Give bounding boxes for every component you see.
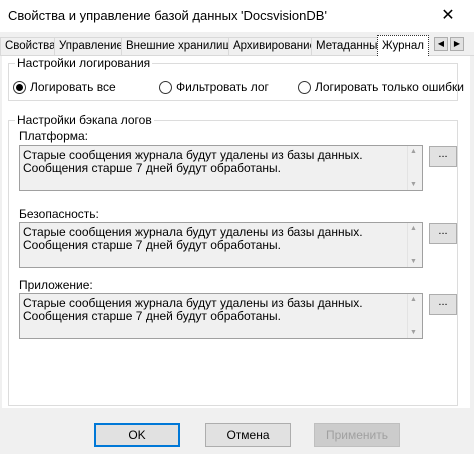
platform-textbox[interactable]: Старые сообщения журнала будут удалены и… — [19, 145, 423, 191]
security-scrollbar[interactable]: ▲ ▼ — [407, 223, 422, 267]
radio-log-all[interactable]: Логировать все — [13, 80, 116, 94]
radio-errors-only-indicator[interactable] — [298, 80, 311, 94]
radio-filter-log-indicator[interactable] — [159, 80, 172, 94]
tab-external-storage[interactable]: Внешние хранилища — [121, 37, 232, 55]
application-textbox[interactable]: Старые сообщения журнала будут удалены и… — [19, 293, 423, 339]
ok-button[interactable]: OK — [94, 423, 180, 447]
application-label: Приложение: — [19, 278, 93, 292]
security-label: Безопасность: — [19, 207, 99, 221]
cancel-button[interactable]: Отмена — [205, 423, 291, 447]
security-text: Старые сообщения журнала будут удалены и… — [23, 225, 363, 252]
title-bar: Свойства и управление базой данных 'Docs… — [0, 0, 474, 32]
backup-settings-legend: Настройки бэкапа логов — [15, 113, 154, 127]
scroll-down-icon[interactable]: ▼ — [410, 258, 417, 265]
tab-journal[interactable]: Журнал — [377, 35, 429, 56]
logging-settings-group: Настройки логирования Логировать все Фил… — [8, 56, 464, 101]
tab-archiving[interactable]: Архивирование — [228, 37, 318, 55]
security-browse-button[interactable]: ... — [429, 223, 457, 244]
radio-log-all-indicator[interactable] — [13, 80, 26, 94]
security-textbox[interactable]: Старые сообщения журнала будут удалены и… — [19, 222, 423, 268]
apply-button[interactable]: Применить — [314, 423, 400, 447]
tab-metadata[interactable]: Метаданные — [311, 37, 384, 55]
scroll-up-icon[interactable]: ▲ — [410, 148, 417, 155]
platform-scrollbar[interactable]: ▲ ▼ — [407, 146, 422, 190]
tab-properties[interactable]: Свойства — [0, 37, 56, 55]
radio-filter-log-label: Фильтровать лог — [176, 80, 269, 94]
close-icon[interactable]: ✕ — [438, 5, 458, 25]
application-browse-button[interactable]: ... — [429, 294, 457, 315]
journal-panel: Настройки логирования Логировать все Фил… — [2, 56, 470, 408]
radio-log-all-label: Логировать все — [30, 80, 116, 94]
window-title: Свойства и управление базой данных 'Docs… — [8, 8, 327, 23]
scroll-down-icon[interactable]: ▼ — [410, 329, 417, 336]
radio-errors-only-label: Логировать только ошибки — [315, 80, 464, 94]
scroll-up-icon[interactable]: ▲ — [410, 296, 417, 303]
scroll-down-icon[interactable]: ▼ — [410, 181, 417, 188]
application-text: Старые сообщения журнала будут удалены и… — [23, 296, 363, 323]
logging-settings-legend: Настройки логирования — [15, 56, 153, 70]
platform-browse-button[interactable]: ... — [429, 146, 457, 167]
application-scrollbar[interactable]: ▲ ▼ — [407, 294, 422, 338]
platform-text: Старые сообщения журнала будут удалены и… — [23, 148, 363, 175]
tab-strip: Свойства Управление Внешние хранилища Ар… — [0, 35, 474, 56]
tab-scroll-right-icon[interactable]: ▶ — [450, 37, 464, 51]
tab-management[interactable]: Управление — [54, 37, 127, 55]
tab-scroll-left-icon[interactable]: ◀ — [434, 37, 448, 51]
scroll-up-icon[interactable]: ▲ — [410, 225, 417, 232]
radio-errors-only[interactable]: Логировать только ошибки — [298, 80, 464, 94]
radio-filter-log[interactable]: Фильтровать лог — [159, 80, 269, 94]
backup-settings-group: Настройки бэкапа логов Платформа: Старые… — [8, 113, 458, 406]
platform-label: Платформа: — [19, 129, 89, 143]
